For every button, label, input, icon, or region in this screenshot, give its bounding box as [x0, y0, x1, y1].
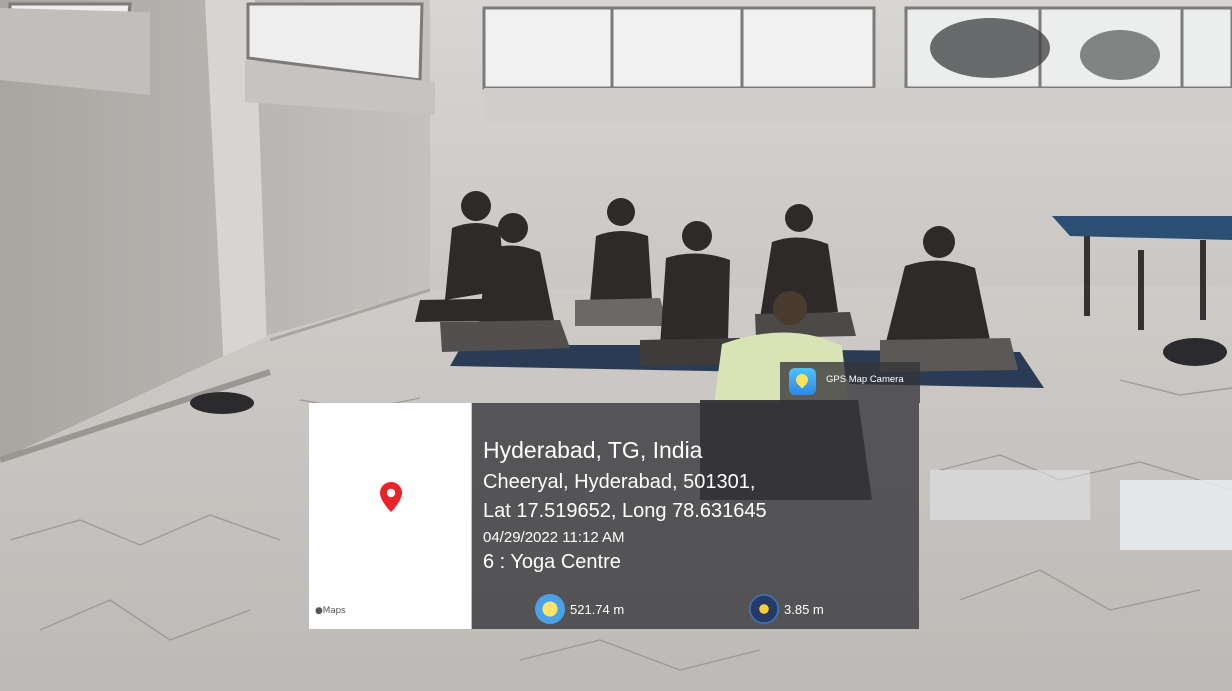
map-thumbnail[interactable]: ●Maps	[309, 403, 471, 629]
address-line: Cheeryal, Hyderabad, 501301,	[483, 471, 756, 493]
accuracy-metric: 3.85 m	[749, 594, 824, 624]
location-title: Hyderabad, TG, India	[483, 437, 703, 463]
app-badge: GPS Map Camera	[780, 362, 920, 403]
gps-map-camera-icon	[789, 368, 816, 395]
apple-logo-icon: ●	[315, 606, 323, 616]
accuracy-value: 3.85 m	[784, 601, 824, 617]
datetime-line: 04/29/2022 11:12 AM	[483, 529, 625, 546]
location-pin-icon	[380, 482, 402, 512]
maps-credit: ●Maps	[315, 606, 346, 616]
altitude-value: 521.74 m	[570, 601, 625, 617]
altitude-metric: 521.74 m	[535, 594, 624, 624]
altitude-icon	[535, 594, 565, 624]
location-info-panel: Hyderabad, TG, India Cheeryal, Hyderabad…	[472, 403, 919, 629]
note-line: 6 : Yoga Centre	[483, 551, 621, 573]
coordinates-line: Lat 17.519652, Long 78.631645	[483, 500, 767, 522]
accuracy-icon	[749, 594, 779, 624]
app-name: GPS Map Camera	[826, 374, 904, 385]
maps-credit-label: Maps	[322, 606, 346, 616]
